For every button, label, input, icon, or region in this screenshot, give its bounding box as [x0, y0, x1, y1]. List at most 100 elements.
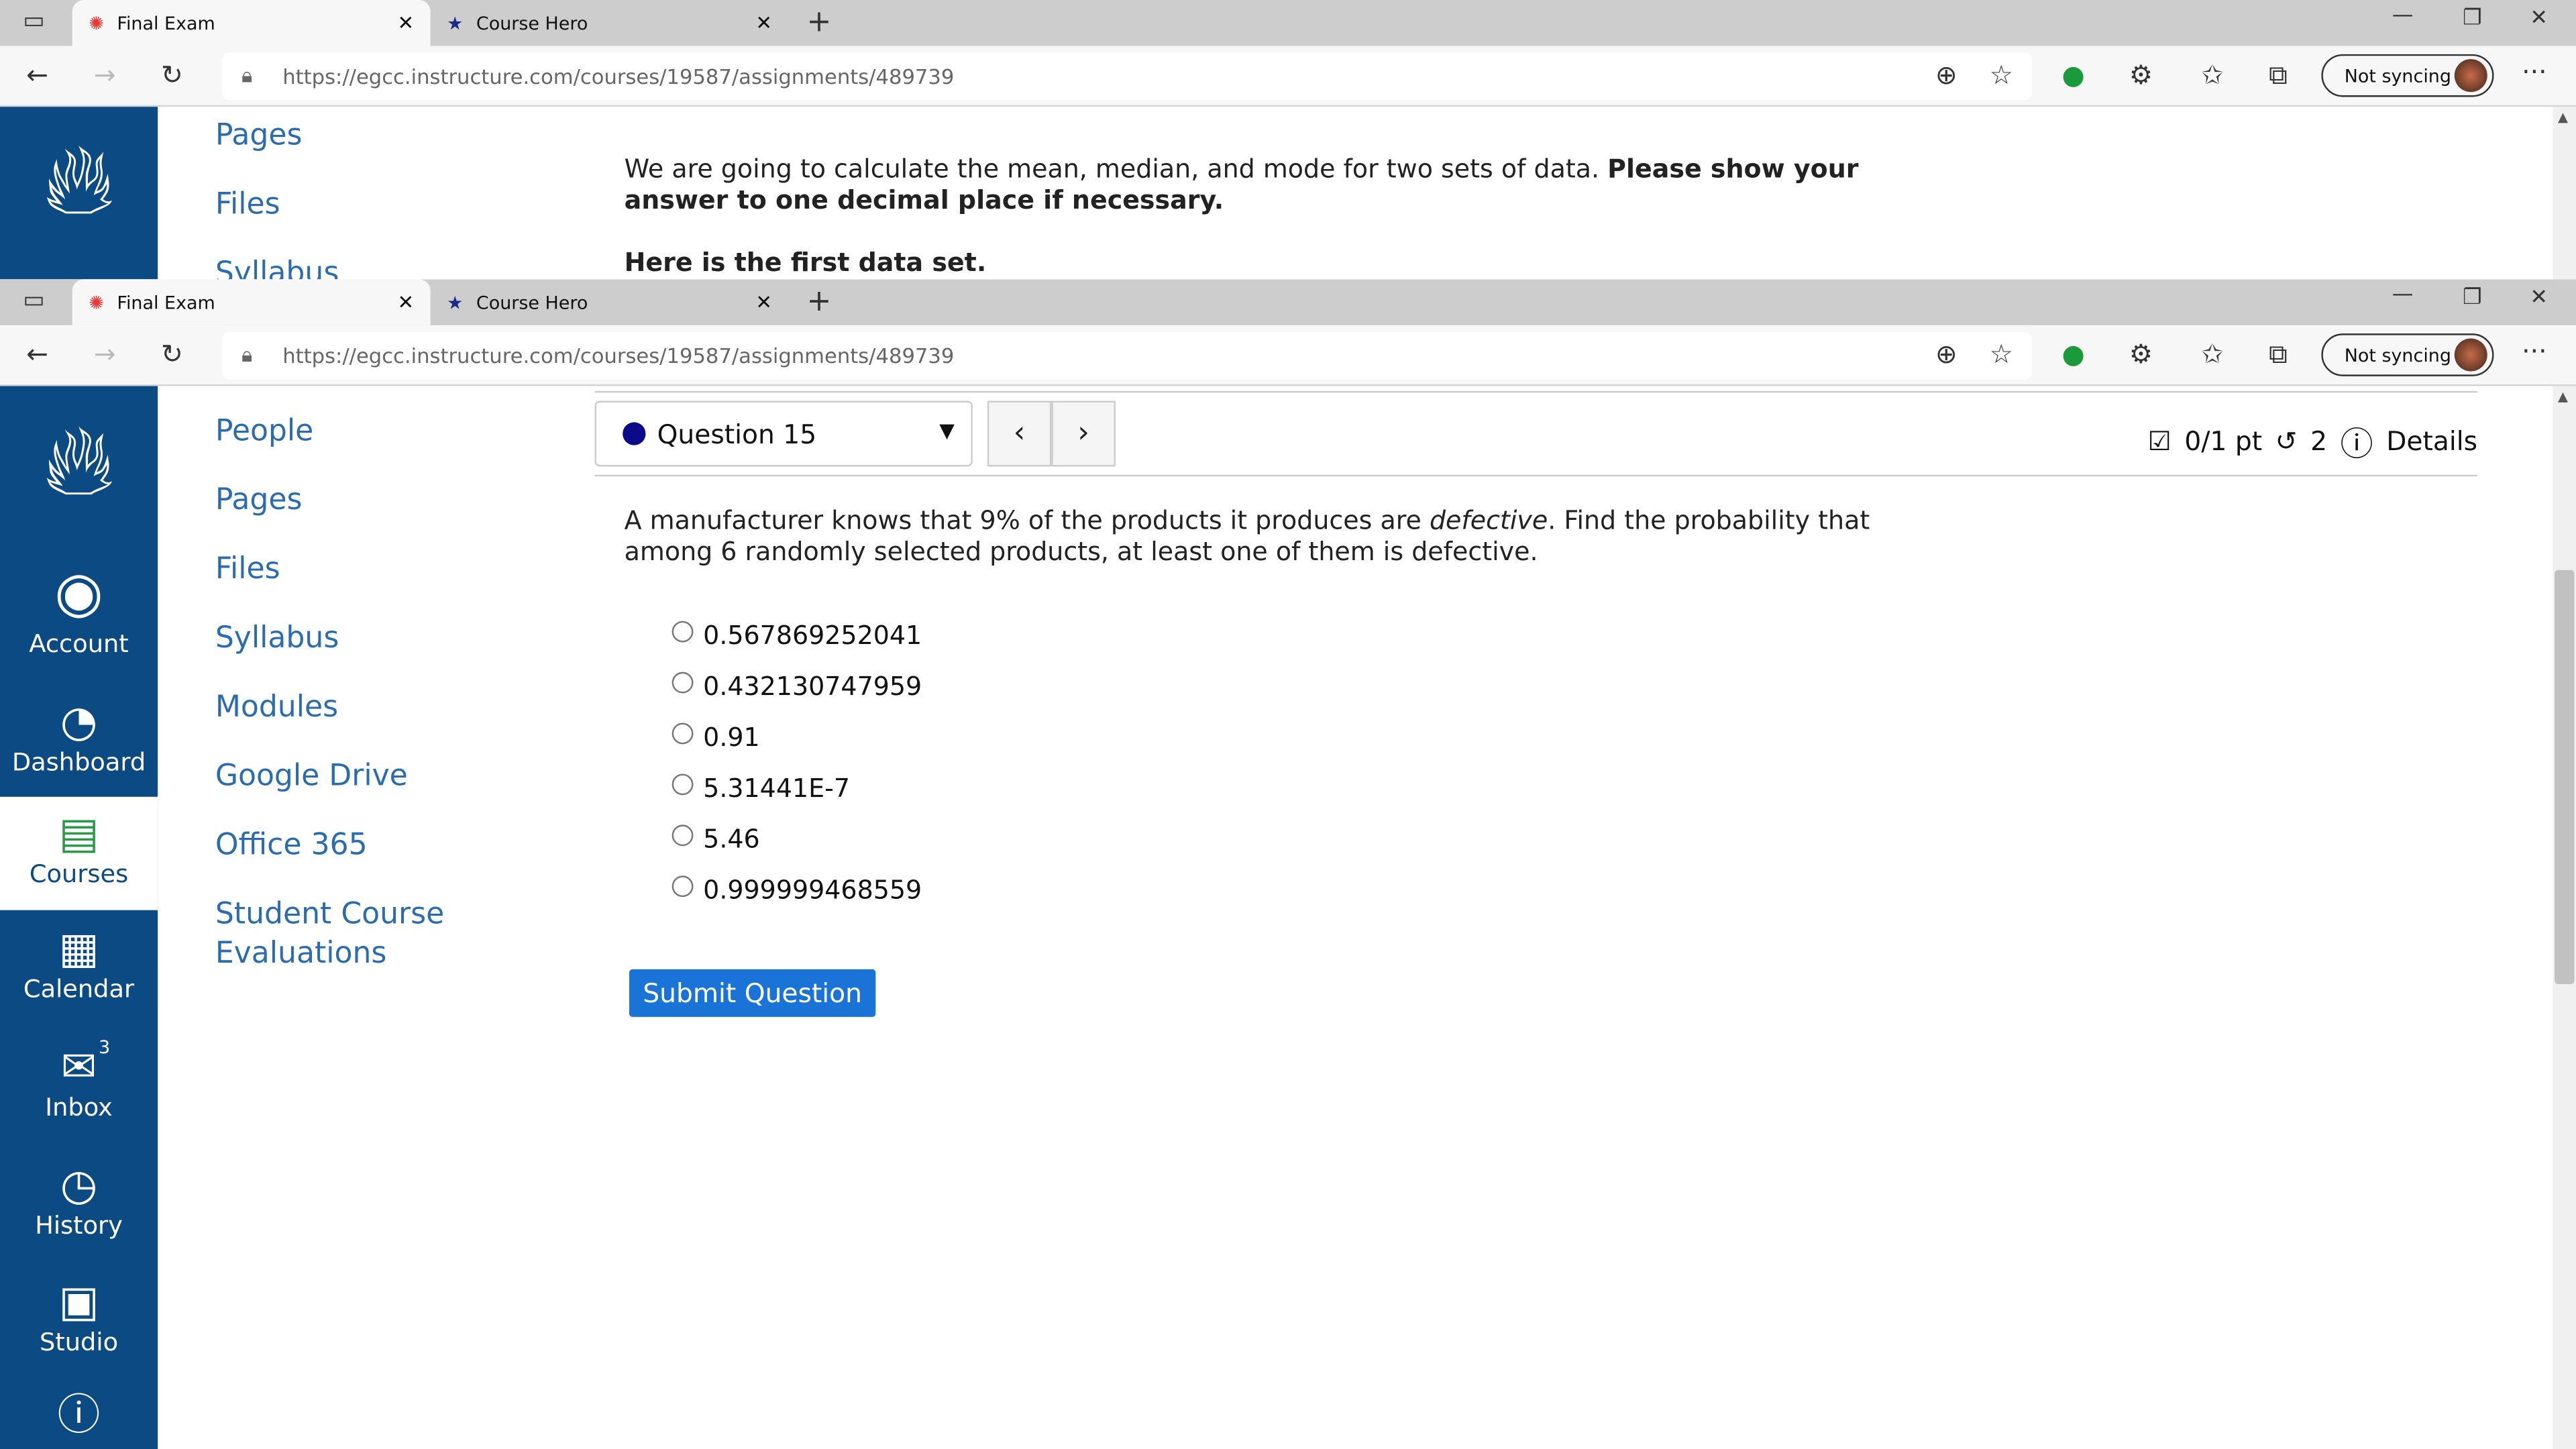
global-nav-calendar[interactable]: ▦ Calendar — [0, 925, 158, 1004]
avatar — [2454, 59, 2487, 93]
retry-icon: ↺ — [2275, 425, 2298, 457]
scrollbar-thumb[interactable] — [2555, 570, 2575, 984]
previous-question-button[interactable]: ‹ — [987, 400, 1052, 467]
global-nav-dashboard[interactable]: ◔ Dashboard — [0, 698, 158, 777]
course-nav-people[interactable]: People — [215, 413, 313, 452]
studio-icon: ▣ — [58, 1278, 99, 1328]
new-tab-button[interactable]: + — [806, 5, 831, 39]
calendar-icon: ▦ — [58, 924, 99, 975]
global-nav-help[interactable]: ⓘ — [0, 1391, 158, 1440]
course-nav-office-365[interactable]: Office 365 — [215, 826, 368, 866]
institution-logo-icon[interactable]: 🔥︎ — [0, 123, 158, 238]
refresh-icon[interactable]: ↻ — [161, 59, 183, 91]
course-nav-files[interactable]: Files — [215, 550, 280, 590]
answer-option[interactable]: 0.567869252041 — [672, 620, 922, 651]
extension-check-icon[interactable]: ● — [2061, 59, 2084, 91]
menu-icon[interactable]: ··· — [2522, 56, 2546, 87]
global-nav-account[interactable]: ◉ Account — [0, 557, 158, 659]
course-nav-files[interactable]: Files — [215, 186, 280, 225]
tab-course-hero[interactable]: ★ Course Hero ✕ — [431, 0, 789, 46]
close-window-icon[interactable]: ✕ — [2530, 7, 2548, 32]
collections-icon[interactable]: ⧉ — [2269, 59, 2288, 92]
address-bar[interactable]: 🔒︎ https://egcc.instructure.com/courses/1… — [221, 331, 2033, 380]
course-nav-syllabus[interactable]: Syllabus — [215, 619, 339, 659]
radio-button[interactable] — [672, 671, 694, 693]
course-nav-syllabus[interactable]: Syllabus — [215, 255, 339, 279]
extension-check-icon[interactable]: ● — [2061, 338, 2084, 370]
tab-final-exam[interactable]: ✺ Final Exam ✕ — [72, 0, 431, 46]
tab-actions-icon[interactable]: ▭ — [23, 288, 44, 314]
extensions-icon[interactable]: ⚙ — [2129, 338, 2153, 370]
tab-actions-icon[interactable]: ▭ — [23, 8, 44, 34]
details-link[interactable]: Details — [2386, 425, 2477, 457]
tab-final-exam[interactable]: ✺ Final Exam ✕ — [72, 279, 431, 325]
answer-option[interactable]: 5.46 — [672, 824, 760, 854]
close-tab-icon[interactable]: ✕ — [755, 290, 772, 313]
answer-option[interactable]: 0.432130747959 — [672, 671, 922, 702]
checkbox-score-icon: ☑ — [2147, 425, 2171, 457]
minimize-icon[interactable]: — — [2392, 3, 2414, 28]
account-icon: ◉ — [54, 560, 103, 627]
favorite-add-icon[interactable]: ☆ — [1990, 59, 2013, 91]
question-meta: ☑ 0/1 pt ↺ 2 ⓘ Details — [2148, 417, 2477, 465]
tab-bar: ▭ ✺ Final Exam ✕ ★ Course Hero ✕ + — ❐ ✕ — [0, 0, 2576, 46]
institution-logo-icon[interactable]: 🔥︎ — [0, 399, 158, 524]
address-bar[interactable]: 🔒︎ https://egcc.instructure.com/courses/1… — [221, 52, 2033, 101]
course-nav-modules[interactable]: Modules — [215, 688, 338, 728]
global-nav-courses[interactable]: ▤ Courses — [0, 796, 158, 910]
global-nav-history[interactable]: ◷ History — [0, 1161, 158, 1240]
course-nav-student-course-evaluations[interactable]: Student Course Evaluations — [215, 896, 462, 975]
favorites-icon[interactable]: ✩ — [2202, 59, 2224, 91]
restore-icon[interactable]: ❐ — [2463, 7, 2482, 32]
scrollbar[interactable]: ▲ — [2553, 107, 2576, 280]
radio-button[interactable] — [672, 875, 694, 896]
profile-sync-button[interactable]: Not syncing — [2321, 333, 2494, 376]
close-tab-icon[interactable]: ✕ — [398, 290, 415, 313]
close-window-icon[interactable]: ✕ — [2530, 286, 2548, 311]
menu-icon[interactable]: ··· — [2522, 335, 2546, 367]
radio-button[interactable] — [672, 620, 694, 642]
inbox-icon: ✉ — [60, 1043, 97, 1093]
forward-icon[interactable]: → — [94, 59, 116, 91]
question-text: A manufacturer knows that 9% of the prod… — [624, 506, 1870, 567]
dashboard-icon: ◔ — [60, 698, 98, 748]
course-nav-pages[interactable]: Pages — [215, 117, 303, 156]
extensions-icon[interactable]: ⚙ — [2129, 59, 2153, 91]
info-icon[interactable]: ⓘ — [2341, 417, 2373, 465]
restore-icon[interactable]: ❐ — [2463, 286, 2482, 311]
forward-icon[interactable]: → — [94, 338, 116, 370]
back-icon[interactable]: ← — [26, 338, 48, 370]
radio-button[interactable] — [672, 722, 694, 744]
next-question-button[interactable]: › — [1051, 400, 1116, 467]
global-nav-studio[interactable]: ▣ Studio — [0, 1278, 158, 1357]
lock-icon: 🔒︎ — [241, 341, 253, 367]
global-nav: 🔥︎ — [0, 107, 158, 280]
zoom-icon[interactable]: ⊕ — [1935, 338, 1957, 370]
answer-option[interactable]: 0.91 — [672, 722, 760, 753]
new-tab-button[interactable]: + — [806, 284, 831, 319]
back-icon[interactable]: ← — [26, 59, 48, 91]
course-nav-google-drive[interactable]: Google Drive — [215, 757, 408, 797]
zoom-icon[interactable]: ⊕ — [1935, 59, 1957, 91]
minimize-icon[interactable]: — — [2392, 282, 2414, 307]
tab-course-hero[interactable]: ★ Course Hero ✕ — [431, 279, 789, 325]
question-selector[interactable]: Question 15 ▼ — [594, 400, 973, 467]
course-hero-icon: ★ — [447, 12, 464, 34]
refresh-icon[interactable]: ↻ — [161, 338, 183, 370]
answer-option[interactable]: 0.999999468559 — [672, 875, 922, 905]
course-nav-pages[interactable]: Pages — [215, 482, 303, 521]
close-tab-icon[interactable]: ✕ — [398, 11, 415, 34]
collections-icon[interactable]: ⧉ — [2269, 338, 2288, 371]
radio-button[interactable] — [672, 773, 694, 795]
radio-button[interactable] — [672, 824, 694, 846]
close-tab-icon[interactable]: ✕ — [755, 11, 772, 34]
profile-sync-button[interactable]: Not syncing — [2321, 54, 2494, 97]
submit-question-button[interactable]: Submit Question — [629, 969, 876, 1017]
favorite-add-icon[interactable]: ☆ — [1990, 338, 2013, 370]
divider — [594, 390, 2478, 393]
history-icon: ◷ — [60, 1161, 98, 1211]
answer-option[interactable]: 5.31441E-7 — [672, 773, 850, 804]
favorites-icon[interactable]: ✩ — [2202, 338, 2224, 370]
global-nav-inbox[interactable]: ✉ 3 Inbox — [0, 1036, 158, 1122]
scrollbar[interactable]: ▲ — [2553, 386, 2576, 1449]
